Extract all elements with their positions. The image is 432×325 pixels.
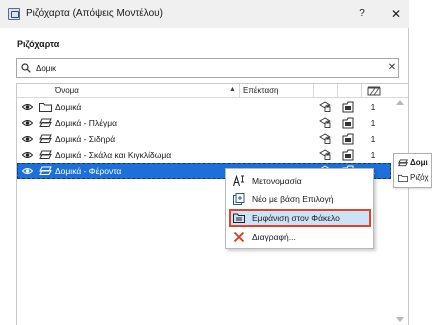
menu-item-new-from-selection[interactable]: Νέο με βάση Επιλογή: [229, 190, 371, 208]
layer-icon: [398, 159, 408, 167]
search-input[interactable]: [36, 61, 376, 75]
row-name: Δομικά - Φέροντα: [55, 166, 122, 176]
section-title: Ριζόχαρτα: [17, 39, 60, 49]
row-name: Δομικά - Πλέγμα: [55, 118, 118, 128]
eye-icon[interactable]: [22, 151, 33, 159]
eye-icon[interactable]: [22, 103, 33, 111]
table-row[interactable]: Δομικά - Πλέγμα 1: [17, 115, 391, 131]
row-number: 1: [370, 118, 376, 128]
column-header-name[interactable]: Όνομα: [55, 86, 79, 95]
table-header: Όνομα ▲ Επέκταση: [17, 84, 408, 98]
lock-icon[interactable]: [319, 149, 332, 161]
show-in-folder-icon: [233, 213, 245, 223]
column-divider[interactable]: [239, 84, 240, 98]
scroll-down-arrow-icon[interactable]: [396, 317, 404, 322]
app-icon: [8, 8, 20, 20]
menu-item-show-in-folder[interactable]: Εμφάνιση στον Φάκελο: [229, 209, 371, 227]
column-divider[interactable]: [313, 84, 314, 98]
model-views-dialog: Ριζόχαρτα (Απόψεις Μοντέλου) ? ✕ Ριζόχαρ…: [0, 0, 409, 325]
clear-search-button[interactable]: ✕: [386, 61, 398, 75]
menu-item-label: Διαγραφή...: [252, 232, 296, 242]
window-title: Ριζόχαρτα (Απόψεις Μοντέλου): [26, 8, 163, 19]
close-button[interactable]: ✕: [386, 4, 406, 24]
wireframe-icon[interactable]: [342, 101, 354, 113]
layer-icon: [39, 134, 52, 143]
tooltip-panel: Δομι Ριζόχ: [393, 153, 432, 188]
folder-icon: [39, 103, 52, 112]
row-name: Δομικά - Σκάλα και Κιγκλίδωμα: [55, 150, 172, 160]
title-bar: Ριζόχαρτα (Απόψεις Μοντέλου) ? ✕: [0, 0, 409, 28]
menu-item-label: Μετονομασία: [252, 176, 302, 186]
layer-icon: [39, 150, 52, 159]
row-number: 1: [370, 150, 376, 160]
table-row[interactable]: Δομικά - Σκάλα και Κιγκλίδωμα 1: [17, 147, 391, 163]
vertical-scrollbar[interactable]: [393, 100, 407, 325]
row-name: Δομικά - Σιδηρά: [55, 134, 116, 144]
hatch-icon: [367, 86, 381, 96]
column-header-extension[interactable]: Επέκταση: [243, 86, 278, 95]
eye-icon[interactable]: [22, 167, 33, 175]
sort-ascending-icon: ▲: [229, 86, 236, 93]
wireframe-icon[interactable]: [342, 117, 354, 129]
lock-icon[interactable]: [319, 117, 332, 129]
row-number: 1: [370, 134, 376, 144]
delete-icon: [233, 231, 245, 243]
eye-icon[interactable]: [22, 135, 33, 143]
layer-icon: [39, 118, 52, 127]
row-name: Δομικά: [55, 102, 82, 112]
new-from-selection-icon: [233, 193, 245, 205]
lock-icon[interactable]: [319, 133, 332, 145]
table-row[interactable]: Δομικά - Σιδηρά 1: [17, 131, 391, 147]
search-icon: [21, 63, 31, 73]
column-divider[interactable]: [361, 84, 362, 98]
menu-item-delete[interactable]: Διαγραφή...: [229, 228, 371, 246]
menu-item-label: Νέο με βάση Επιλογή: [252, 194, 334, 204]
tooltip-folder-name: Ριζόχ: [410, 173, 429, 182]
help-button[interactable]: ?: [352, 4, 372, 24]
wireframe-icon[interactable]: [342, 149, 354, 161]
scroll-up-arrow-icon[interactable]: [396, 100, 404, 105]
table-row[interactable]: Δομικά 1: [17, 99, 391, 115]
rename-icon: [233, 175, 244, 187]
lock-icon[interactable]: [319, 101, 332, 113]
search-box: ✕: [16, 58, 399, 78]
column-divider[interactable]: [337, 84, 338, 98]
menu-item-label: Εμφάνιση στον Φάκελο: [252, 213, 340, 223]
tooltip-layer-name: Δομι: [410, 158, 428, 167]
menu-item-rename[interactable]: Μετονομασία: [229, 172, 371, 190]
context-menu: Μετονομασία Νέο με βάση Επιλογή Εμφάνιση…: [225, 168, 374, 249]
eye-icon[interactable]: [22, 119, 33, 127]
layer-icon: [39, 166, 52, 175]
folder-icon: [398, 174, 408, 182]
row-number: 1: [370, 102, 376, 112]
wireframe-icon[interactable]: [342, 133, 354, 145]
